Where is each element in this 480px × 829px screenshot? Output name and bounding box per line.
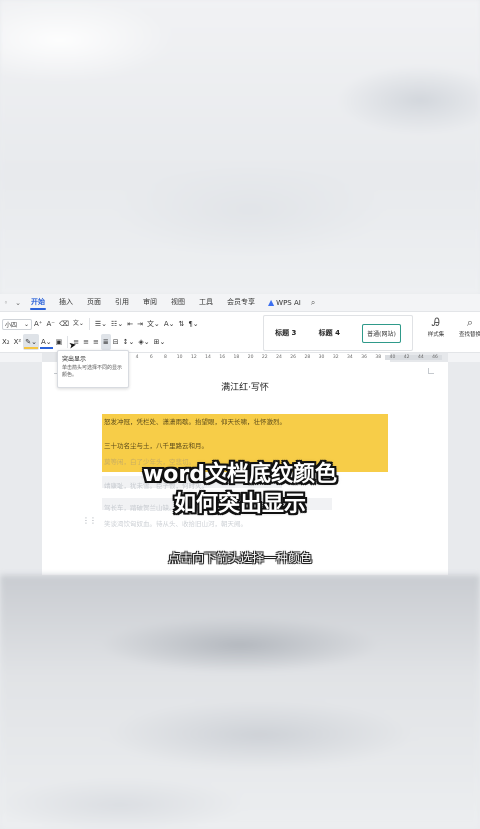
tab-page[interactable]: 页面 [80, 294, 108, 311]
tab-home[interactable]: 开始 [24, 294, 52, 311]
tab-view[interactable]: 视图 [164, 294, 192, 311]
pinyin-icon[interactable]: 文⌄ [71, 316, 86, 332]
ruler-tick-label: 14 [205, 355, 211, 360]
highlight-button[interactable]: ✎⌄ [23, 334, 39, 350]
show-marks-icon[interactable]: ¶⌄ [186, 316, 200, 332]
find-replace-label: 查找替换 [458, 332, 480, 338]
decrease-indent-icon[interactable]: ⇤ [125, 316, 135, 332]
shrink-font-icon[interactable]: A⁻ [44, 316, 56, 332]
align-center-icon[interactable]: ≡ [81, 334, 91, 350]
ruler-tick-label: 8 [164, 355, 167, 360]
align-right-icon[interactable]: ≡ [91, 334, 101, 350]
ruler-tick-label: 44 [413, 355, 428, 360]
bullet-list-icon[interactable]: ☰⌄ [93, 316, 109, 332]
highlight-color-bar [24, 347, 38, 349]
ruler-tick-label: 36 [361, 355, 367, 360]
style-normal-web[interactable]: 普通(网站) [362, 323, 401, 343]
ribbon-row-2: X₂ X² ✎⌄ A⌄ ▣ ≡ ≡ ≡ ≣ ⊟ ↕⌄ ◈⌄ ⊞⌄ [0, 334, 167, 350]
tab-review[interactable]: 审阅 [136, 294, 164, 311]
highlight-tooltip: 突出显示 单击箭头可选择不同的显示颜色。 [57, 350, 129, 388]
ruler-tick-label: 30 [318, 355, 325, 360]
font-size-select[interactable]: 小四 ⌄ [2, 318, 32, 330]
style-gallery: 标题 3 标题 4 普通(网站) [263, 315, 413, 351]
video-subtitle: 点击向下箭头选择一种颜色 [167, 551, 312, 565]
ribbon-tab-bar: ◦ ⌄ 开始 插入 页面 引用 审阅 视图 工具 会员专享 ▲ WPS AI ⌕ [0, 294, 480, 311]
ruler-tick-label: 46 [427, 355, 443, 360]
tooltip-title: 突出显示 [62, 356, 87, 363]
char-border-icon[interactable]: ▣ [54, 334, 65, 350]
sort-icon[interactable]: ⇅ [176, 316, 186, 332]
ruler-ticks: 4 6 8 10 12 14 16 18 20 22 24 26 28 30 32 34 36 38 40 42 44 4… [130, 353, 448, 362]
font-color-bar [39, 347, 53, 349]
shading-icon[interactable]: ◈⌄ [136, 334, 151, 350]
distributed-icon[interactable]: ⊟ [111, 334, 121, 350]
subscript-icon[interactable]: X₂ [0, 334, 12, 350]
ruler-tick-label: 4 [135, 355, 139, 360]
ruler-tick-label: 32 [332, 355, 339, 360]
font-size-value: 小四 [5, 321, 18, 329]
style-set-button[interactable]: Ꭿ 样式集 [420, 316, 452, 338]
chevron-down-icon[interactable]: ⌄ [12, 299, 24, 307]
search-icon[interactable]: ⌕ [307, 298, 319, 308]
tab-insert[interactable]: 插入 [52, 294, 80, 311]
ruler-tick-label: 10 [176, 355, 183, 360]
char-scale-icon[interactable]: A⌄ [162, 316, 177, 332]
ruler-tick-label: 28 [304, 355, 311, 360]
tab-tools[interactable]: 工具 [192, 294, 220, 311]
wps-writer-window: ◦ ⌄ 开始 插入 页面 引用 审阅 视图 工具 会员专享 ▲ WPS AI ⌕… [0, 294, 480, 575]
divider [88, 318, 90, 330]
mouse-cursor-icon: ➤ [68, 340, 78, 352]
ruler-tick-label: 16 [219, 355, 226, 360]
ruler-tick-label: 12 [190, 355, 197, 360]
ruler-tick-label: 26 [290, 355, 297, 360]
tab-references[interactable]: 引用 [108, 294, 136, 311]
style-set-icon: Ꭿ [432, 316, 440, 329]
ruler-tick-label: 6 [149, 355, 153, 360]
find-replace-button[interactable]: ⌕ 查找替换 [454, 316, 480, 338]
video-title-line-2: 如何突出显示 [173, 492, 306, 517]
poem-line: 笑谈渴饮匈奴血。待从头、收拾旧山河，朝天阙。 [104, 520, 247, 528]
style-set-label: 样式集 [427, 332, 445, 338]
ribbon-row-1: 小四 ⌄ A⁺ A⁻ ⌫ 文⌄ ☰⌄ ☷⌄ ⇤ ⇥ 文⌄ A⌄ ⇅ ¶⌄ [0, 316, 201, 332]
ruler-tick-label: 24 [276, 355, 282, 360]
justify-icon[interactable]: ≣ [100, 334, 111, 350]
border-icon[interactable]: ⊞⌄ [152, 334, 168, 350]
clear-format-icon[interactable]: ⌫ [57, 316, 71, 332]
ruler-tick-label: 22 [261, 355, 268, 360]
numbered-list-icon[interactable]: ☷⌄ [109, 316, 125, 332]
poem-line: 怒发冲冠，凭栏处、潇潇雨歇。抬望眼，仰天长啸，壮怀激烈。 [104, 418, 286, 426]
ruler-tick-label: 20 [247, 355, 254, 360]
magnifier-icon: ⌕ [466, 316, 474, 329]
page-corner-mark [428, 368, 434, 374]
ruler-tick-label: 42 [399, 355, 414, 360]
grow-font-icon[interactable]: A⁺ [32, 316, 44, 332]
ruler-tick-label: 34 [347, 355, 353, 360]
tab-member[interactable]: 会员专享 [220, 294, 262, 311]
font-color-button[interactable]: A⌄ [39, 334, 54, 350]
increase-indent-icon[interactable]: ⇥ [135, 316, 145, 332]
wps-ai-button[interactable]: ▲ WPS AI [262, 298, 307, 307]
ruler-tick-label: 40 [385, 355, 400, 360]
style-heading-4[interactable]: 标题 4 [319, 328, 340, 338]
chinese-layout-icon[interactable]: 文⌄ [145, 316, 162, 332]
style-heading-3[interactable]: 标题 3 [275, 328, 296, 338]
quick-access-icon[interactable]: ◦ [0, 299, 12, 307]
superscript-icon[interactable]: X² [12, 334, 24, 350]
line-spacing-icon[interactable]: ↕⌄ [121, 334, 137, 350]
ruler-tick-label: 18 [233, 355, 240, 360]
tooltip-body: 单击箭头可选择不同的显示颜色。 [62, 365, 123, 378]
blurred-background-top [0, 0, 480, 294]
poem-line: 三十功名尘与土，八千里路云和月。 [104, 442, 208, 450]
chevron-down-icon: ⌄ [23, 320, 29, 328]
wps-ai-label: WPS AI [276, 298, 301, 307]
wps-ai-icon: ▲ [268, 298, 275, 307]
video-title-line-1: word文档底纹颜色 [142, 462, 338, 487]
blurred-background-bottom [0, 575, 480, 829]
ruler-tick-label: 38 [375, 355, 382, 360]
